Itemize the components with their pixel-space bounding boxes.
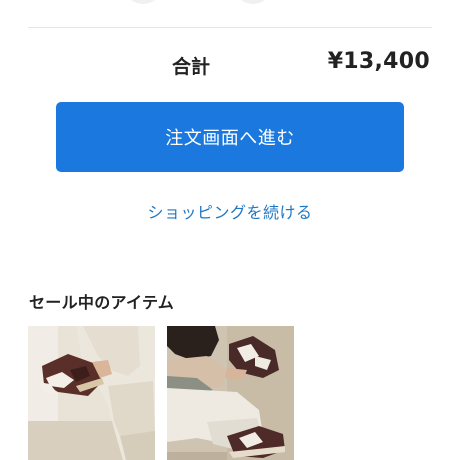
continue-shopping-link[interactable]: ショッピングを続ける <box>0 199 460 223</box>
product-card[interactable] <box>167 326 294 460</box>
checkout-button[interactable]: 注文画面へ進む <box>56 102 404 172</box>
total-value: ¥13,400 <box>327 49 430 74</box>
quantity-decrease-button[interactable] <box>126 0 160 4</box>
cart-total-row: 合計 ¥13,400 <box>0 48 460 82</box>
total-label: 合計 <box>172 56 211 78</box>
product-card[interactable] <box>28 326 155 460</box>
product-image <box>28 326 155 460</box>
cart-page: 合計 ¥13,400 注文画面へ進む ショッピングを続ける セール中のアイテム <box>0 0 460 460</box>
sale-products-list <box>28 326 460 460</box>
sale-section-title: セール中のアイテム <box>29 293 175 312</box>
quantity-increase-button[interactable] <box>236 0 270 4</box>
divider <box>28 27 432 28</box>
product-image <box>167 326 294 460</box>
